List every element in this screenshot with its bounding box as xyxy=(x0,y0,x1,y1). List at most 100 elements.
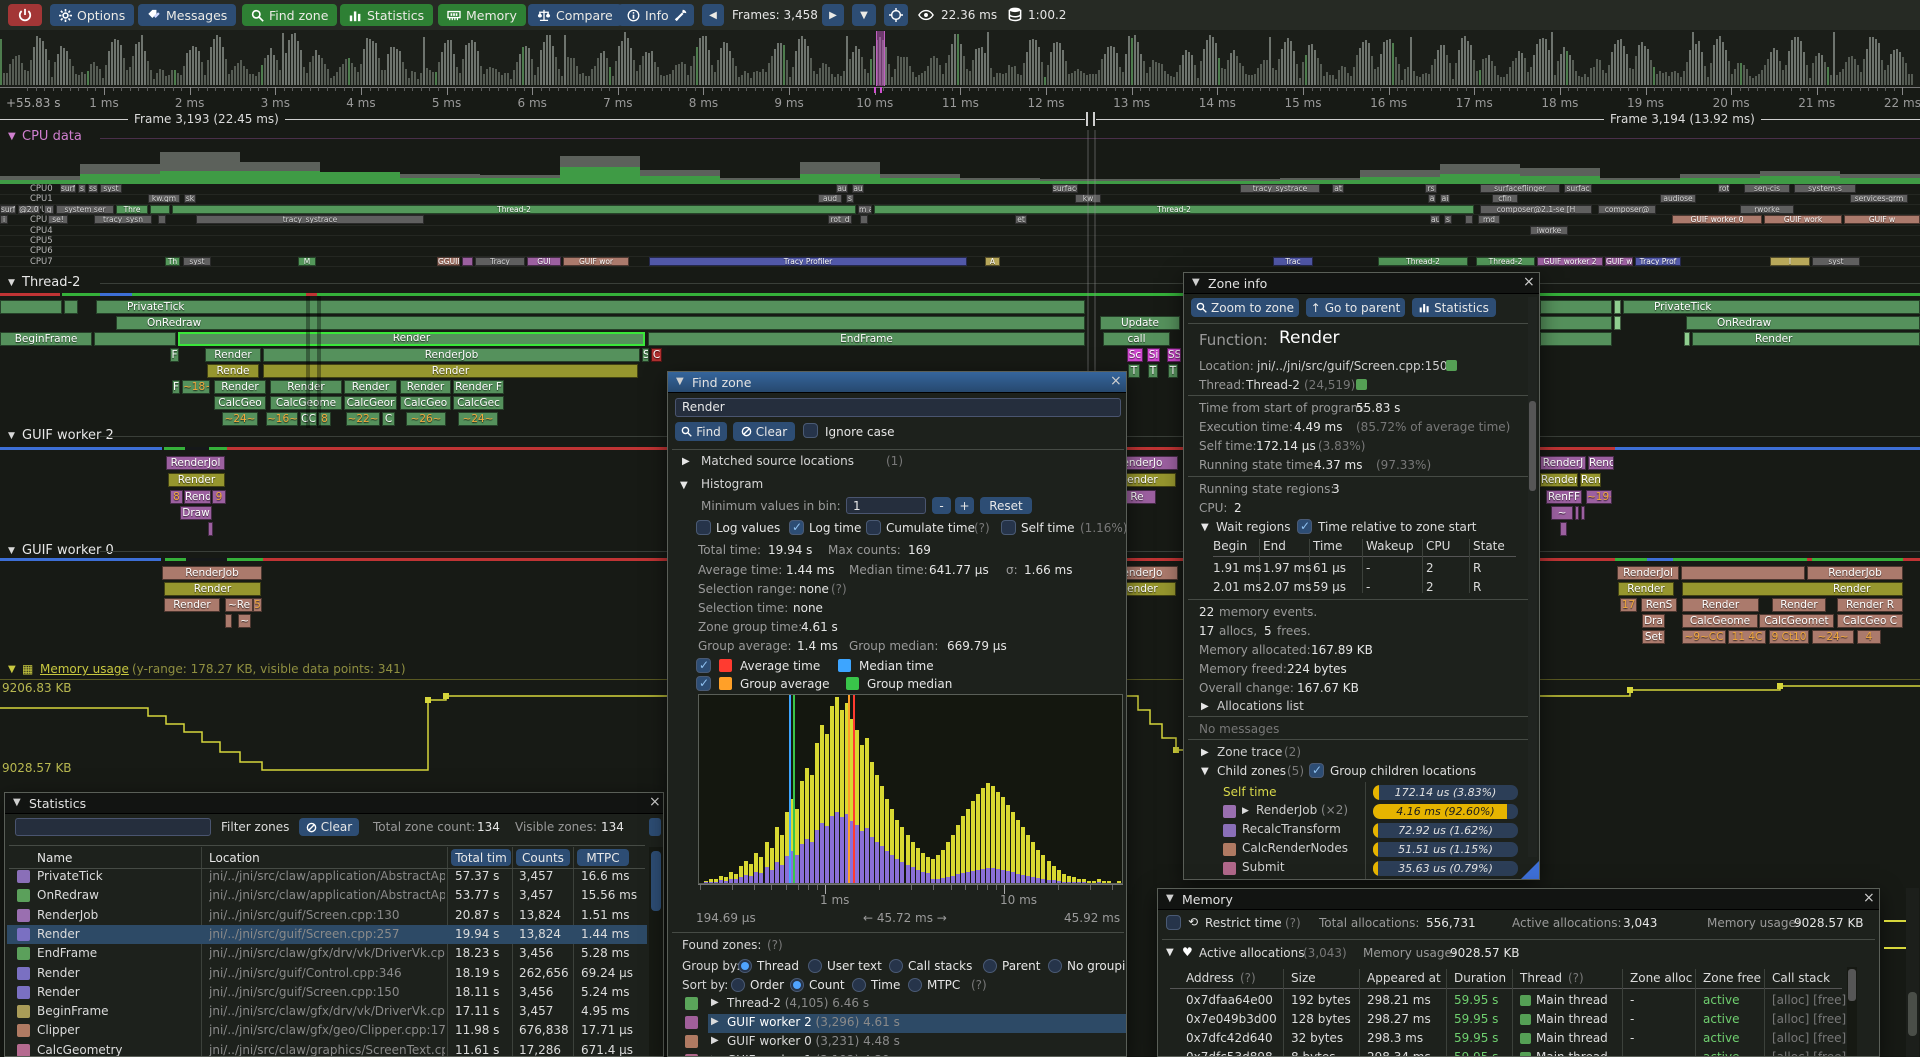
zone-trace-count: (2) xyxy=(1284,745,1301,759)
stat-total-time: 19.94 s xyxy=(455,927,499,941)
zone-trace-expand-icon[interactable]: ▶ xyxy=(1201,747,1209,758)
stat-zone-name[interactable]: Render xyxy=(37,985,197,999)
stat-zone-name[interactable]: Render xyxy=(37,927,197,941)
resize-grip[interactable] xyxy=(1521,861,1539,879)
alloc-address[interactable]: 0x7e049b3d00 xyxy=(1186,1012,1277,1026)
mem-col-header[interactable]: Size xyxy=(1291,971,1316,985)
alloc-callstack[interactable]: [alloc] [free] xyxy=(1772,1012,1846,1026)
child-zone-name[interactable]: RecalcTransform xyxy=(1242,822,1341,836)
child-zone-name[interactable]: Submit xyxy=(1242,860,1285,874)
thread-help[interactable]: (?) xyxy=(1568,971,1584,985)
wait-col-header[interactable]: CPU xyxy=(1426,539,1450,553)
found-group-row[interactable]: Thread-2 (4,105) 6.46 s xyxy=(727,996,869,1010)
memory-titlebar[interactable]: ▼ Memory × xyxy=(1158,889,1879,910)
found-group-row[interactable]: GUIF worker 1 (3,192) 4.39 s xyxy=(727,1053,900,1057)
location-value[interactable]: jni/../jni/src/guif/Screen.cpp:150 xyxy=(1257,359,1448,373)
mem-col-header[interactable]: Call stack xyxy=(1772,971,1830,985)
window-scrollbar[interactable] xyxy=(1906,888,1919,1057)
statistics-panel: ▼ Statistics × Filter zones Clear Total … xyxy=(4,792,664,1057)
child-expand-icon[interactable]: ▶ xyxy=(1242,806,1249,816)
wait-cell: 2.07 ms xyxy=(1263,580,1311,594)
group-expand-icon[interactable]: ▶ xyxy=(711,1016,719,1027)
child-zone-name[interactable]: CalcRenderNodes xyxy=(1242,841,1348,855)
alloc-address[interactable]: 0x7dfc42d640 xyxy=(1186,1031,1273,1045)
wait-col-header[interactable]: Time xyxy=(1313,539,1342,553)
stat-zone-name[interactable]: CalcGeometry xyxy=(37,1043,197,1057)
memory-events-count: 22 xyxy=(1199,605,1214,619)
zone-info-titlebar[interactable]: ▼ Zone info × xyxy=(1184,273,1539,294)
child-time-bar: 72.92 us (1.62%) xyxy=(1373,823,1518,838)
alloc-callstack[interactable]: [alloc] [free] xyxy=(1772,1050,1846,1057)
close-icon[interactable]: × xyxy=(1863,890,1875,906)
cpu-label: CPU: xyxy=(1199,501,1227,515)
stat-counts: 3,456 xyxy=(519,985,553,999)
stat-zone-name[interactable]: OnRedraw xyxy=(37,888,197,902)
alloc-address[interactable]: 0x7dfc53d898 xyxy=(1186,1050,1273,1057)
mem-col-header[interactable]: Address xyxy=(1186,971,1234,985)
time-row-value: 4.37 ms xyxy=(1314,458,1362,472)
mem-col-header[interactable]: Duration xyxy=(1454,971,1506,985)
cpu-value: 2 xyxy=(1234,501,1242,515)
restrict-time-checkbox[interactable] xyxy=(1166,915,1181,930)
no-messages-label: No messages xyxy=(1199,722,1279,736)
memory-allocated-value: 167.89 KB xyxy=(1311,643,1373,657)
zone-statistics-button[interactable]: Statistics xyxy=(1412,298,1496,317)
stat-zone-name[interactable]: Clipper xyxy=(37,1023,197,1037)
wait-col-header[interactable]: End xyxy=(1263,539,1286,553)
group-expand-icon[interactable]: ▶ xyxy=(711,997,719,1008)
restrict-help[interactable]: (?) xyxy=(1285,916,1301,930)
overall-change-value: 167.67 KB xyxy=(1297,681,1359,695)
thread-color-swatch xyxy=(685,1035,698,1048)
stat-zone-name[interactable]: EndFrame xyxy=(37,946,197,960)
running-regions-value: 3 xyxy=(1332,482,1340,496)
close-icon[interactable]: × xyxy=(1523,274,1535,290)
memory-scrollbar[interactable] xyxy=(1847,967,1857,1057)
stat-mtpc: 4.95 ms xyxy=(581,1004,629,1018)
zone-info-scrollbar[interactable] xyxy=(1528,297,1537,857)
active-allocs-collapse-icon[interactable]: ▼ xyxy=(1166,947,1174,958)
memory-usage-label: Memory usage: xyxy=(1707,916,1800,930)
stats-scrollbar[interactable] xyxy=(649,847,663,1057)
allocations-expand-icon[interactable]: ▶ xyxy=(1201,701,1209,712)
found-group-row[interactable]: GUIF worker 0 (3,231) 4.48 s xyxy=(727,1034,900,1048)
stat-zone-name[interactable]: Render xyxy=(37,966,197,980)
wait-cell: R xyxy=(1473,580,1514,594)
found-group-row[interactable]: GUIF worker 2 (3,296) 4.61 s xyxy=(727,1015,900,1029)
relative-time-checkbox[interactable] xyxy=(1297,519,1312,534)
child-zones-collapse-icon[interactable]: ▼ xyxy=(1201,766,1209,777)
stat-zone-name[interactable]: RenderJob xyxy=(37,908,197,922)
mem-col-header[interactable]: Thread xyxy=(1520,971,1562,985)
alloc-callstack[interactable]: [alloc] [free] xyxy=(1772,993,1846,1007)
wait-col-header[interactable]: Begin xyxy=(1213,539,1247,553)
alloc-callstack[interactable]: [alloc] [free] xyxy=(1772,1031,1846,1045)
go-to-parent-button[interactable]: ↑Go to parent xyxy=(1306,298,1405,317)
thread-color-swatch xyxy=(1520,1014,1531,1025)
restrict-time-label: Restrict time xyxy=(1205,916,1282,930)
wait-regions-collapse-icon[interactable]: ▼ xyxy=(1201,522,1209,533)
group-children-checkbox[interactable] xyxy=(1309,763,1324,778)
mem-col-header[interactable]: Appeared at xyxy=(1367,971,1441,985)
alloc-zone-free: active xyxy=(1703,1031,1739,1045)
thread-label: Thread: xyxy=(1199,378,1245,392)
wait-cell: 2 xyxy=(1426,561,1471,575)
address-help[interactable]: (?) xyxy=(1240,971,1256,985)
group-expand-icon[interactable]: ▶ xyxy=(711,1035,719,1046)
alloc-zone-free: active xyxy=(1703,1050,1739,1057)
collapse-icon[interactable]: ▼ xyxy=(1166,893,1174,904)
mem-col-header[interactable]: Zone free xyxy=(1703,971,1761,985)
child-time-text: 4.16 ms (92.60%) xyxy=(1373,805,1518,818)
stat-mtpc: 15.56 ms xyxy=(581,888,637,902)
zoom-to-zone-button[interactable]: Zoom to zone xyxy=(1191,298,1299,317)
active-allocations-label: Active allocations: xyxy=(1512,916,1622,930)
alloc-address[interactable]: 0x7dfaa64e00 xyxy=(1186,993,1273,1007)
stat-zone-name[interactable]: PrivateTick xyxy=(37,869,197,883)
stat-zone-name[interactable]: BeginFrame xyxy=(37,1004,197,1018)
wait-col-header[interactable]: Wakeup xyxy=(1366,539,1414,553)
child-zone-name[interactable]: RenderJob xyxy=(1256,803,1317,817)
collapse-icon[interactable]: ▼ xyxy=(1192,277,1200,288)
mem-col-header[interactable]: Zone alloc xyxy=(1630,971,1692,985)
stat-total-time: 11.61 s xyxy=(455,1043,499,1057)
stat-zone-location: jni/../jni/src/claw/application/Abstract… xyxy=(209,888,445,902)
wait-col-header[interactable]: State xyxy=(1473,539,1505,553)
thread-color-swatch xyxy=(1520,1052,1531,1057)
